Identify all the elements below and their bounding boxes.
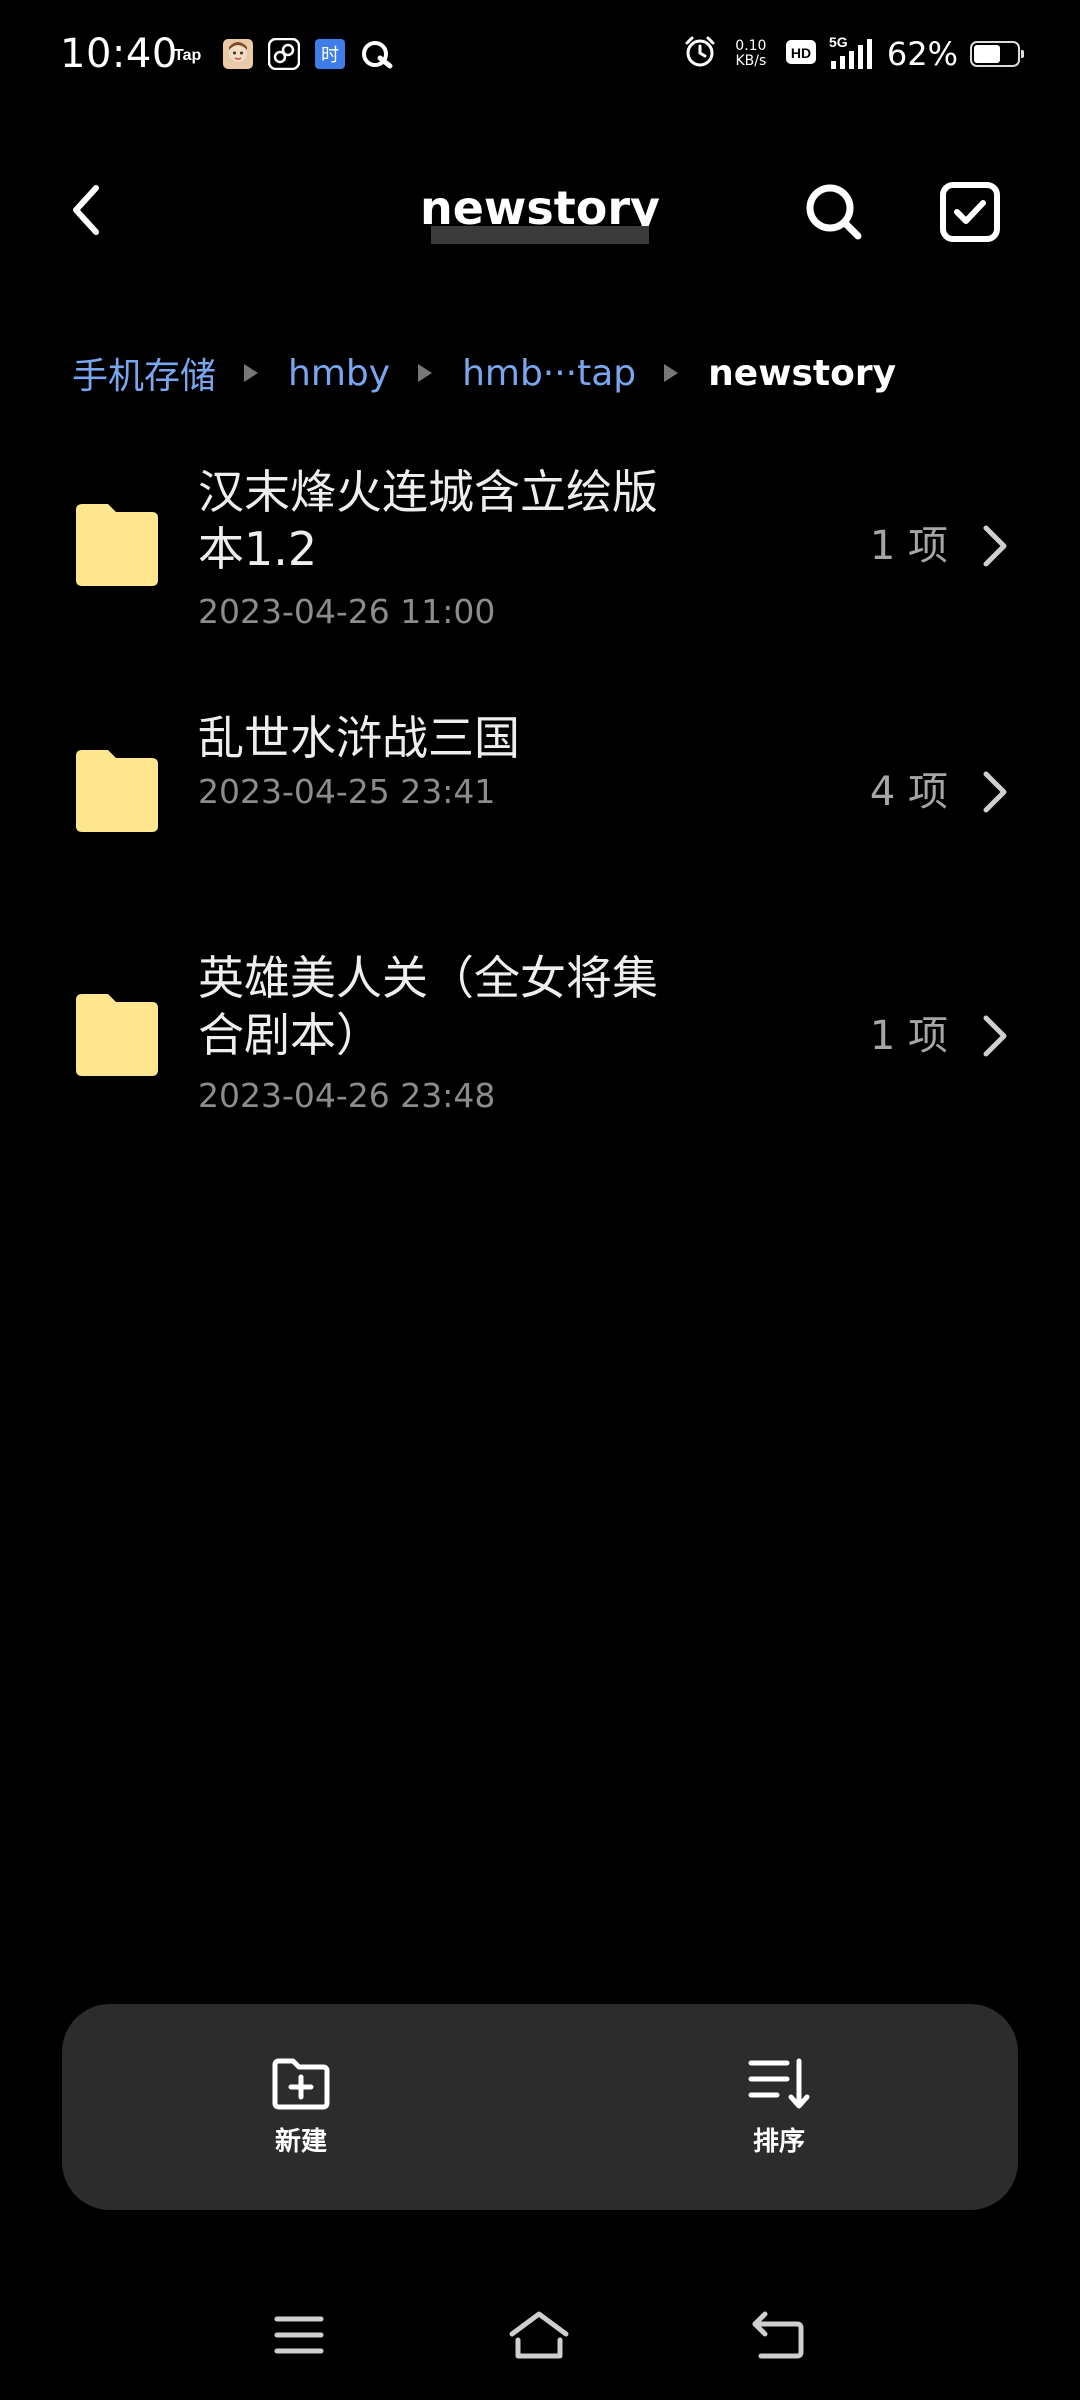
folder-icon xyxy=(76,504,158,586)
folder-name-line: 合剧本） xyxy=(198,1008,382,1062)
new-folder-button[interactable]: 新建 xyxy=(62,2004,540,2210)
folder-item-count: 1 项 xyxy=(869,523,948,569)
battery-level xyxy=(974,45,1000,63)
new-folder-label: 新建 xyxy=(274,2126,327,2157)
status-time: 10:40 xyxy=(60,31,178,77)
network-label: 5G xyxy=(829,34,848,50)
folder-name: 乱世水浒战三国 xyxy=(198,710,718,767)
sort-label: 排序 xyxy=(752,2126,805,2157)
app-header: newstory xyxy=(0,150,1080,270)
multi-select-button[interactable] xyxy=(932,174,1008,250)
search-button[interactable] xyxy=(796,174,872,250)
chevron-right-icon xyxy=(983,771,1007,813)
menu-button[interactable] xyxy=(254,2290,344,2380)
folder-date: 2023-04-26 11:00 xyxy=(198,592,496,631)
battery-percent: 62% xyxy=(886,35,958,73)
hd-icon: HD xyxy=(785,38,817,70)
status-indicators: 0.10 KB/s HD 5G 62% xyxy=(683,30,1024,78)
signal-5g-icon: 5G xyxy=(829,33,875,75)
system-nav-bar xyxy=(0,2290,1080,2380)
avatar-app-icon xyxy=(222,38,254,70)
checkbox-icon xyxy=(940,182,1000,242)
notification-icons: Tap 时 xyxy=(172,36,394,72)
breadcrumb-separator-icon xyxy=(664,364,679,382)
title-underline xyxy=(431,226,649,244)
folder-item[interactable]: 乱世水浒战三国 2023-04-25 23:41 4 项 xyxy=(0,710,1080,860)
breadcrumb: 手机存储 hmby hmb···tap newstory xyxy=(72,345,896,401)
net-speed-value: 0.10 xyxy=(735,38,767,54)
status-bar: 10:40 Tap 时 0.10 KB/s HD 5G 62% xyxy=(0,0,1080,110)
folder-icon xyxy=(76,994,158,1076)
breadcrumb-item-storage[interactable]: 手机存储 xyxy=(72,347,216,399)
folder-item[interactable]: 英雄美人关（全女将集 合剧本） 2023-04-26 23:48 1 项 xyxy=(0,950,1080,1160)
folder-item[interactable]: 汉末烽火连城含立绘版 本1.2 2023-04-26 11:00 1 项 xyxy=(0,440,1080,650)
folder-item-count: 1 项 xyxy=(869,1013,948,1059)
alarm-icon xyxy=(683,35,717,73)
breadcrumb-item-current: newstory xyxy=(708,352,897,394)
game-app-icon xyxy=(268,38,300,70)
breadcrumb-item-hmby[interactable]: hmby xyxy=(288,353,390,394)
folder-date: 2023-04-26 23:48 xyxy=(198,1076,496,1115)
folder-item-count: 4 项 xyxy=(869,769,948,815)
menu-icon xyxy=(274,2316,324,2354)
back-nav-button[interactable] xyxy=(734,2290,824,2380)
battery-icon xyxy=(970,41,1024,67)
time-app-icon: 时 xyxy=(314,38,346,70)
hd-label: HD xyxy=(791,45,811,61)
folder-name-line: 汉末烽火连城含立绘版 xyxy=(198,465,658,519)
search-icon xyxy=(806,184,862,240)
net-speed-unit: KB/s xyxy=(735,53,767,69)
home-button[interactable] xyxy=(494,2290,584,2380)
folder-name: 汉末烽火连城含立绘版 本1.2 xyxy=(198,464,718,578)
new-folder-icon xyxy=(272,2058,330,2109)
folder-name: 英雄美人关（全女将集 合剧本） xyxy=(198,950,718,1064)
folder-name-line: 英雄美人关（全女将集 xyxy=(198,951,658,1005)
home-icon xyxy=(509,2311,569,2359)
net-speed: 0.10 KB/s xyxy=(729,39,773,69)
sort-button[interactable]: 排序 xyxy=(540,2004,1018,2210)
q-app-icon xyxy=(360,38,394,70)
breadcrumb-separator-icon xyxy=(244,364,259,382)
folder-icon xyxy=(76,750,158,832)
time-app-label: 时 xyxy=(321,45,339,66)
folder-name-line: 乱世水浒战三国 xyxy=(198,711,520,765)
action-bar: 新建 排序 xyxy=(62,2004,1018,2210)
folder-name-line: 本1.2 xyxy=(198,522,318,576)
sort-icon xyxy=(748,2058,810,2108)
taptap-label: Tap xyxy=(174,47,201,64)
folder-date: 2023-04-25 23:41 xyxy=(198,772,496,811)
chevron-right-icon xyxy=(983,525,1007,567)
back-nav-icon xyxy=(752,2311,804,2359)
chevron-right-icon xyxy=(983,1015,1007,1057)
breadcrumb-item-hmb-tap[interactable]: hmb···tap xyxy=(462,353,636,394)
breadcrumb-separator-icon xyxy=(418,364,433,382)
taptap-icon: Tap xyxy=(172,39,208,69)
